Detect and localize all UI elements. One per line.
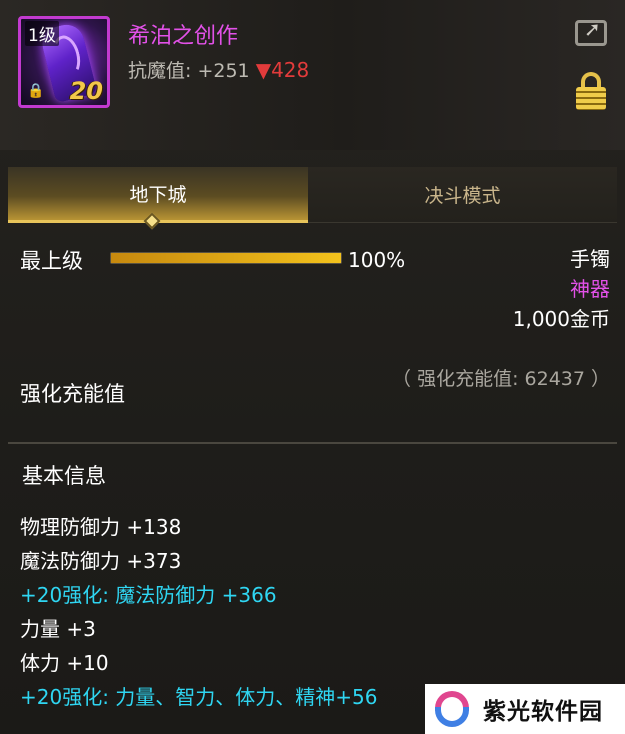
grade-progress-bar (110, 252, 342, 264)
info-line-strength: 力量 +3 (20, 617, 96, 641)
info-line-vitality: 体力 +10 (20, 651, 109, 675)
watermark-logo-icon (431, 687, 475, 731)
lock-icon[interactable] (576, 72, 606, 110)
tab-pvp[interactable]: 决斗模式 (308, 167, 617, 223)
item-tooltip-panel: 1级 🔒 20 希泊之创作 抗魔值: +251 ▼428 地下城 决斗模式 最上… (0, 0, 625, 734)
grade-progress-fill (111, 253, 341, 263)
share-icon[interactable] (575, 17, 607, 46)
item-plus-level: 20 (69, 77, 103, 105)
item-price: 1,000金币 (512, 307, 610, 331)
watermark: 紫光软件园 (425, 684, 625, 734)
item-name: 希泊之创作 (128, 24, 239, 49)
item-type: 手镯 (570, 247, 610, 271)
charge-label: 强化充能值 (20, 382, 125, 406)
divider (8, 442, 617, 444)
tab-dungeon[interactable]: 地下城 (8, 167, 308, 223)
info-line-magic-defense: 魔法防御力 +373 (20, 549, 182, 573)
mode-tabs: 地下城 决斗模式 (8, 167, 617, 223)
grade-label: 最上级 (20, 249, 83, 273)
item-stat-line: 抗魔值: +251 ▼428 (128, 56, 309, 83)
info-line-enhance-all-stats: +20强化: 力量、智力、体力、精神+56 (20, 685, 378, 709)
item-icon[interactable]: 1级 🔒 20 (18, 16, 110, 108)
item-header: 1级 🔒 20 希泊之创作 抗魔值: +251 ▼428 (0, 0, 625, 150)
item-level-badge: 1级 (25, 21, 59, 46)
info-line-enhance-magic-defense: +20强化: 魔法防御力 +366 (20, 583, 277, 607)
grade-percent: 100% (348, 248, 406, 272)
basic-info-list: 物理防御力 +138 魔法防御力 +373 +20强化: 魔法防御力 +366 … (20, 512, 378, 716)
item-rarity: 神器 (570, 277, 610, 301)
stat-decrease: ▼428 (255, 58, 310, 82)
basic-info-title: 基本信息 (22, 464, 106, 488)
watermark-text: 紫光软件园 (483, 699, 603, 725)
info-line-physical-defense: 物理防御力 +138 (20, 515, 182, 539)
item-lock-icon: 🔒 (27, 83, 45, 99)
charge-value: （ 强化充能值: 62437 ） (392, 368, 610, 390)
stat-label: 抗魔值: +251 (128, 60, 250, 82)
